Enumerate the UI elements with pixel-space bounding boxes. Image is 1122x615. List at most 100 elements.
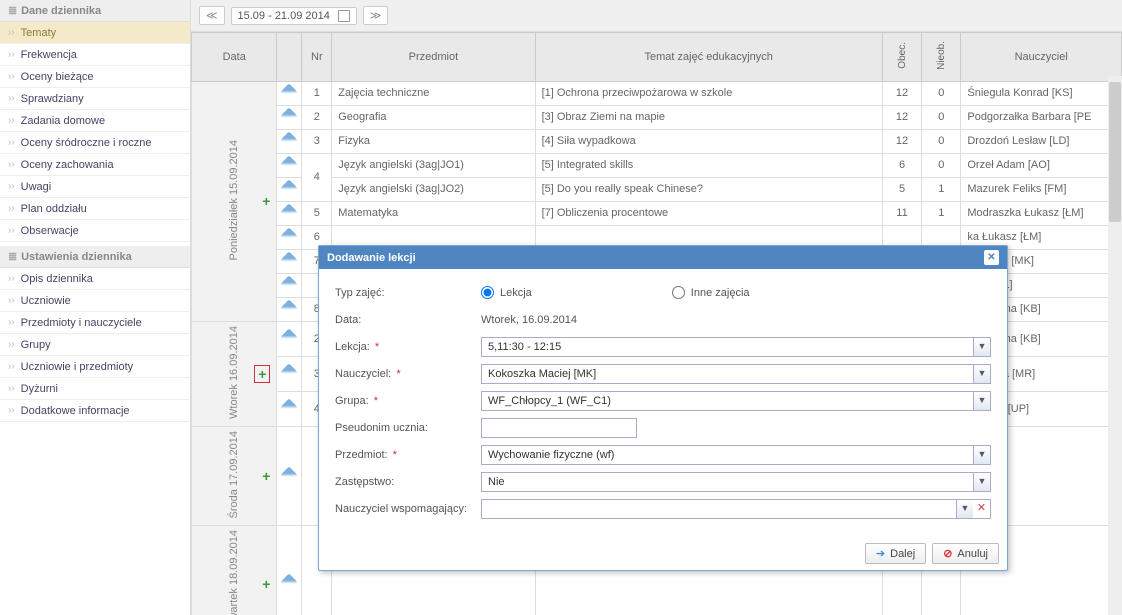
sub-select[interactable]	[481, 472, 973, 492]
sidebar-item-label: Oceny bieżące	[21, 71, 94, 83]
col-topic: Temat zajęć edukacyjnych	[535, 33, 882, 82]
add-icon[interactable]: +	[262, 576, 270, 592]
sidebar-item-label: Dyżurni	[21, 383, 58, 395]
support-select[interactable]	[481, 499, 956, 519]
sidebar-item[interactable]: ››Obserwacje	[0, 220, 190, 242]
sidebar-item[interactable]: ››Oceny zachowania	[0, 154, 190, 176]
pencil-icon	[281, 466, 298, 483]
edit-cell[interactable]	[277, 225, 302, 249]
pencil-icon	[281, 107, 298, 124]
next-week-button[interactable]: ≫	[363, 6, 389, 25]
edit-cell[interactable]	[277, 356, 302, 391]
sidebar-item[interactable]: ›› Zadania domowe	[0, 110, 190, 132]
chevron-down-icon[interactable]: ▼	[973, 391, 991, 411]
chevron-icon: ››	[8, 181, 15, 192]
add-icon[interactable]: +	[262, 468, 270, 484]
sidebar-item[interactable]: ››Tematy	[0, 22, 190, 44]
col-teacher: Nauczyciel	[961, 33, 1122, 82]
day-cell: Środa 17.09.2014+	[192, 426, 277, 525]
sidebar-item-label: Uczniowie i przedmioty	[21, 361, 133, 373]
sidebar-item-label: Frekwencja	[21, 49, 77, 61]
sidebar-item[interactable]: ››Dodatkowe informacje	[0, 400, 190, 422]
chevron-icon: ››	[8, 295, 15, 306]
sidebar-section-dane: ≣ Dane dziennika	[0, 0, 190, 22]
sidebar-item-label: Zadania domowe	[21, 115, 105, 127]
edit-cell[interactable]	[277, 201, 302, 225]
sidebar-item[interactable]: ››Opis dziennika	[0, 268, 190, 290]
radio-lekcja[interactable]: Lekcja	[481, 286, 532, 299]
sidebar-item-label: Uwagi	[21, 181, 52, 193]
sidebar-item-label: Tematy	[21, 27, 56, 39]
edit-cell[interactable]	[277, 153, 302, 177]
calendar-icon	[338, 10, 350, 22]
edit-cell[interactable]	[277, 391, 302, 426]
radio-inne[interactable]: Inne zajęcia	[672, 286, 750, 299]
sidebar-item-label: Sprawdziany	[21, 93, 84, 105]
pseudo-input[interactable]	[481, 418, 637, 438]
teacher-select[interactable]	[481, 364, 973, 384]
add-icon[interactable]: +	[254, 365, 270, 383]
chevron-down-icon[interactable]: ▼	[973, 364, 991, 384]
chevron-icon: ››	[8, 115, 15, 126]
edit-cell[interactable]	[277, 273, 302, 297]
edit-cell[interactable]	[277, 249, 302, 273]
col-obec: Obec.	[882, 33, 921, 82]
sidebar-item-label: Przedmioty i nauczyciele	[21, 317, 142, 329]
edit-cell[interactable]	[277, 426, 302, 525]
prev-week-button[interactable]: ≪	[199, 6, 225, 25]
chevron-down-icon[interactable]: ▼	[956, 499, 974, 519]
sidebar-item[interactable]: ››Plan oddziału	[0, 198, 190, 220]
sidebar-item[interactable]: ››Dyżurni	[0, 378, 190, 400]
table-row: 5Matematyka[7] Obliczenia procentowe111M…	[192, 201, 1122, 225]
sidebar-item-label: Obserwacje	[21, 225, 79, 237]
scrollbar[interactable]	[1108, 76, 1122, 615]
pencil-icon	[281, 155, 298, 172]
subject-select[interactable]	[481, 445, 973, 465]
edit-cell[interactable]	[277, 81, 302, 105]
day-cell: Poniedziałek 15.09.2014+	[192, 81, 277, 321]
edit-cell[interactable]	[277, 321, 302, 356]
day-cell: Czwartek 18.09.2014+	[192, 526, 277, 615]
date-range-input[interactable]: 15.09 - 21.09 2014	[231, 7, 357, 25]
table-row: Poniedziałek 15.09.2014+1Zajęcia technic…	[192, 81, 1122, 105]
sidebar-item[interactable]: ››Frekwencja	[0, 44, 190, 66]
sidebar-item[interactable]: ›› Uwagi	[0, 176, 190, 198]
clear-icon[interactable]: ✕	[973, 499, 991, 519]
sidebar: ≣ Dane dziennika ››Tematy››Frekwencja››O…	[0, 0, 191, 615]
pencil-icon	[281, 329, 298, 346]
chevron-down-icon[interactable]: ▼	[973, 472, 991, 492]
sidebar-item[interactable]: ››Oceny bieżące	[0, 66, 190, 88]
sidebar-item-label: Oceny śródroczne i roczne	[21, 137, 152, 149]
edit-cell[interactable]	[277, 129, 302, 153]
sidebar-item[interactable]: ››Oceny śródroczne i roczne	[0, 132, 190, 154]
table-row: 2Geografia[3] Obraz Ziemi na mapie120Pod…	[192, 105, 1122, 129]
chevron-icon: ››	[8, 317, 15, 328]
label-support: Nauczyciel wspomagający:	[335, 503, 481, 515]
edit-cell[interactable]	[277, 105, 302, 129]
pencil-icon	[281, 574, 298, 591]
next-button[interactable]: ➔ Dalej	[865, 543, 926, 564]
label-teacher: Nauczyciel: *	[335, 368, 481, 380]
table-row: 4Język angielski (3ag|JO1)[5] Integrated…	[192, 153, 1122, 177]
pencil-icon	[281, 275, 298, 292]
chevron-down-icon[interactable]: ▼	[973, 445, 991, 465]
label-pseudo: Pseudonim ucznia:	[335, 422, 481, 434]
group-select[interactable]	[481, 391, 973, 411]
cancel-button[interactable]: ⊘ Anuluj	[932, 543, 999, 564]
chevron-down-icon[interactable]: ▼	[973, 337, 991, 357]
sidebar-item[interactable]: ››Uczniowie i przedmioty	[0, 356, 190, 378]
chevron-icon: ››	[8, 339, 15, 350]
sidebar-item[interactable]: ››Grupy	[0, 334, 190, 356]
pencil-icon	[281, 203, 298, 220]
edit-cell[interactable]	[277, 177, 302, 201]
edit-cell[interactable]	[277, 297, 302, 321]
sidebar-item[interactable]: ››Sprawdziany	[0, 88, 190, 110]
lesson-select[interactable]	[481, 337, 973, 357]
sidebar-item[interactable]: ››Uczniowie	[0, 290, 190, 312]
pencil-icon	[281, 251, 298, 268]
sidebar-item[interactable]: ›› Przedmioty i nauczyciele	[0, 312, 190, 334]
close-icon[interactable]: ✕	[984, 250, 999, 265]
edit-cell[interactable]	[277, 526, 302, 615]
add-icon[interactable]: +	[262, 193, 270, 209]
label-lesson: Lekcja: *	[335, 341, 481, 353]
